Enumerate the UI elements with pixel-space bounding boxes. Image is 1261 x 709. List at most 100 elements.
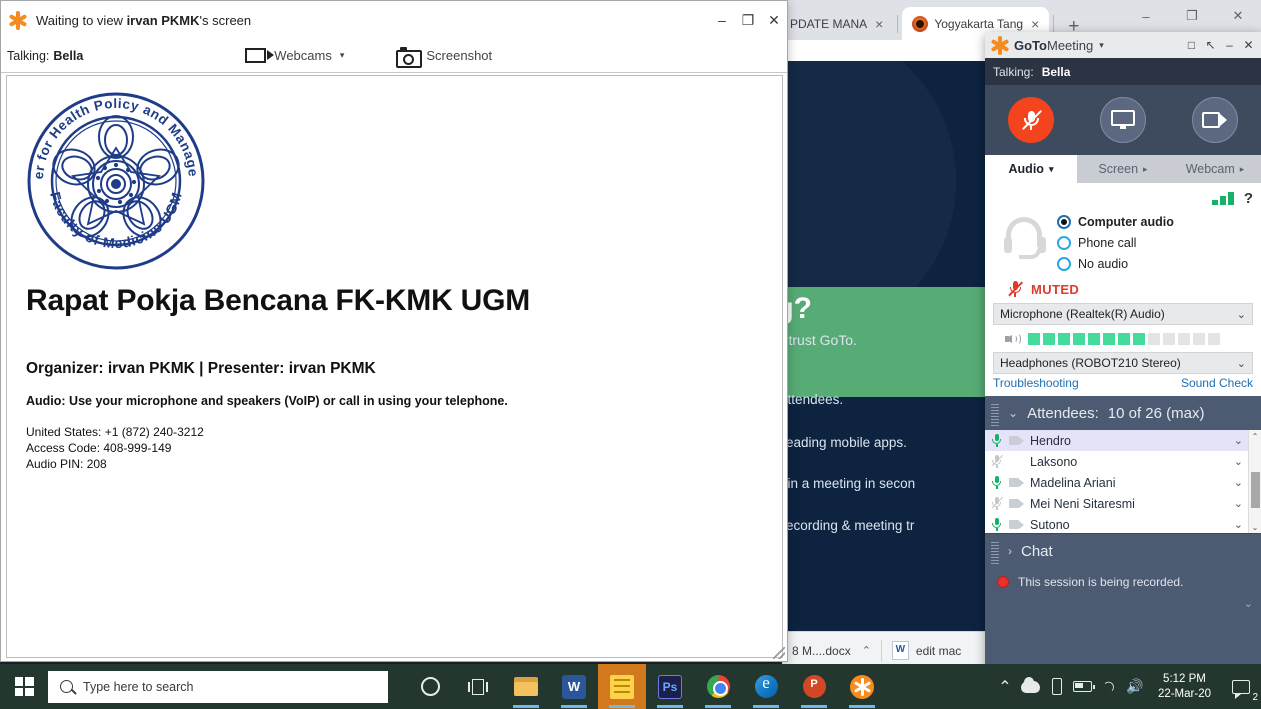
radio-computer-audio[interactable]: Computer audio [1057, 211, 1174, 232]
chevron-right-icon[interactable]: › [1008, 544, 1012, 558]
attendees-section-header[interactable]: ⌄ Attendees: 10 of 26 (max) [985, 396, 1261, 430]
screen-share-button[interactable] [1100, 97, 1146, 143]
webcam-icon [1202, 112, 1228, 128]
task-view-button[interactable] [454, 664, 502, 709]
maximize-icon[interactable]: ❐ [1169, 0, 1215, 32]
scroll-up-icon[interactable]: ⌃ [1249, 430, 1261, 442]
scroll-down-icon[interactable]: ⌄ [1249, 521, 1261, 533]
radio-phone-call[interactable]: Phone call [1057, 232, 1174, 253]
attendee-row-laksono[interactable]: Laksono ⌄ [985, 451, 1261, 472]
shared-screen-slide[interactable]: Center for Health Policy and Management … [6, 75, 783, 658]
radio-no-audio[interactable]: No audio [1057, 253, 1174, 274]
search-input[interactable]: Type here to search [48, 671, 388, 703]
troubleshooting-link[interactable]: Troubleshooting [993, 376, 1079, 390]
sound-check-link[interactable]: Sound Check [1181, 376, 1253, 390]
speaker-select[interactable]: Headphones (ROBOT210 Stereo) ⌄ [993, 352, 1253, 374]
wifi-button[interactable]: ◠ [1096, 664, 1122, 709]
microphone-muted-button[interactable] [1008, 97, 1054, 143]
photoshop-icon: Ps [658, 675, 682, 699]
g2m-action-buttons [985, 85, 1261, 155]
chevron-down-icon[interactable]: ⌄ [1008, 406, 1018, 420]
muted-status: MUTED [1007, 280, 1253, 299]
file-explorer-icon [514, 677, 538, 696]
photoshop-button[interactable]: Ps [646, 664, 694, 709]
minimize-icon[interactable]: – [1123, 0, 1169, 32]
microphone-on-icon [991, 475, 1003, 490]
attendee-row-hendro[interactable]: Hendro ⌄ [985, 430, 1261, 451]
phone-link-button[interactable] [1044, 664, 1070, 709]
drag-grip-icon[interactable] [991, 402, 999, 424]
browser-tab-1[interactable]: PDATE MANA × [780, 7, 893, 40]
taskbar-clock[interactable]: 5:12 PM 22-Mar-20 [1148, 672, 1221, 702]
word-icon: W [562, 675, 586, 699]
edge-button[interactable] [742, 664, 790, 709]
close-icon[interactable]: ✕ [1215, 0, 1261, 32]
attendee-row-sutono[interactable]: Sutono ⌄ [985, 514, 1261, 534]
minimize-icon[interactable]: – [709, 5, 735, 35]
attendees-list[interactable]: Hendro ⌄ Laksono ⌄ Madelina Ariani ⌄ Mei… [985, 430, 1261, 534]
recording-notice: This session is being recorded. [985, 568, 1261, 596]
tab-screen[interactable]: Screen ▸ [1077, 155, 1169, 183]
powerpoint-button[interactable] [790, 664, 838, 709]
webcams-button[interactable]: Webcams ▾ [233, 48, 356, 63]
panel-footer-caret[interactable]: ⌄ [985, 596, 1261, 610]
headset-icon [999, 215, 1051, 261]
attendee-row-madelina-ariani[interactable]: Madelina Ariani ⌄ [985, 472, 1261, 493]
close-icon[interactable]: ✕ [761, 5, 787, 35]
screenshot-button[interactable]: Screenshot [384, 47, 504, 64]
tab-webcam[interactable]: Webcam ▸ [1169, 155, 1261, 183]
slide-dial-info: United States: +1 (872) 240-3212 Access … [26, 424, 204, 472]
sticky-notes-button[interactable] [598, 664, 646, 709]
chevron-up-icon[interactable]: ⌃ [858, 644, 871, 657]
radio-button-icon [1057, 236, 1071, 250]
close-icon[interactable]: × [1029, 17, 1041, 31]
talking-label: Talking: [993, 65, 1034, 79]
promo-bullet-4: ited cloud recording & meeting tr [782, 518, 914, 533]
download-item-1[interactable]: 8 M....docx ⌃ [782, 644, 881, 658]
chevron-down-icon: ▾ [1049, 164, 1054, 175]
chevron-down-icon[interactable]: ▾ [1099, 40, 1104, 51]
cortana-button[interactable] [406, 664, 454, 709]
word-button[interactable]: W [550, 664, 598, 709]
wifi-icon: ◠ [1099, 676, 1120, 697]
file-explorer-button[interactable] [502, 664, 550, 709]
webcam-button[interactable] [1192, 97, 1238, 143]
attendee-name: Laksono [1030, 455, 1228, 469]
volume-button[interactable]: 🔊 [1122, 664, 1148, 709]
chevron-down-icon[interactable]: ▾ [340, 50, 345, 61]
onedrive-button[interactable] [1018, 664, 1044, 709]
attendee-name: Mei Neni Sitaresmi [1030, 497, 1228, 511]
maximize-icon[interactable]: ❐ [735, 5, 761, 35]
show-hidden-icons-button[interactable]: ⌃ [992, 664, 1018, 709]
chat-section-header[interactable]: › Chat [985, 534, 1261, 568]
microphone-muted-icon [991, 454, 1003, 469]
close-icon[interactable]: × [873, 17, 885, 31]
download-item-2[interactable]: edit mac [882, 641, 971, 660]
notification-center-button[interactable]: 2 [1221, 664, 1261, 709]
scrollbar-thumb[interactable] [1251, 472, 1260, 508]
gotomeeting-logo-icon [991, 37, 1008, 54]
gotomeeting-button[interactable] [838, 664, 886, 709]
chrome-button[interactable] [694, 664, 742, 709]
viewer-toolbar: Talking:Bella Webcams ▾ Screenshot [1, 39, 787, 73]
microphone-select[interactable]: Microphone (Realtek(R) Audio) ⌄ [993, 303, 1253, 325]
browser-tab-1-title: PDATE MANA [790, 17, 867, 31]
battery-button[interactable] [1070, 664, 1096, 709]
talking-speaker-name: Bella [1042, 65, 1071, 79]
close-icon[interactable]: ✕ [1240, 34, 1257, 56]
clock-date: 22-Mar-20 [1158, 687, 1211, 702]
drag-grip-icon[interactable] [991, 540, 999, 562]
help-icon[interactable]: ? [1244, 190, 1253, 207]
attendee-row-mei-neni-sitaresmi[interactable]: Mei Neni Sitaresmi ⌄ [985, 493, 1261, 514]
download-item-2-name: edit mac [916, 644, 961, 658]
window-resize-handle[interactable] [773, 647, 785, 659]
shrink-icon[interactable]: ↖ [1202, 34, 1219, 56]
minimize-icon[interactable]: – [1221, 34, 1238, 56]
tab-screen-label: Screen [1098, 162, 1138, 176]
maximize-icon[interactable]: □ [1183, 34, 1200, 56]
tab-audio[interactable]: Audio ▾ [985, 155, 1077, 183]
start-button[interactable] [0, 664, 48, 709]
task-view-icon [468, 679, 488, 695]
attendees-scrollbar[interactable]: ⌃ ⌄ [1248, 430, 1261, 533]
chevron-right-icon: ▸ [1143, 164, 1148, 175]
